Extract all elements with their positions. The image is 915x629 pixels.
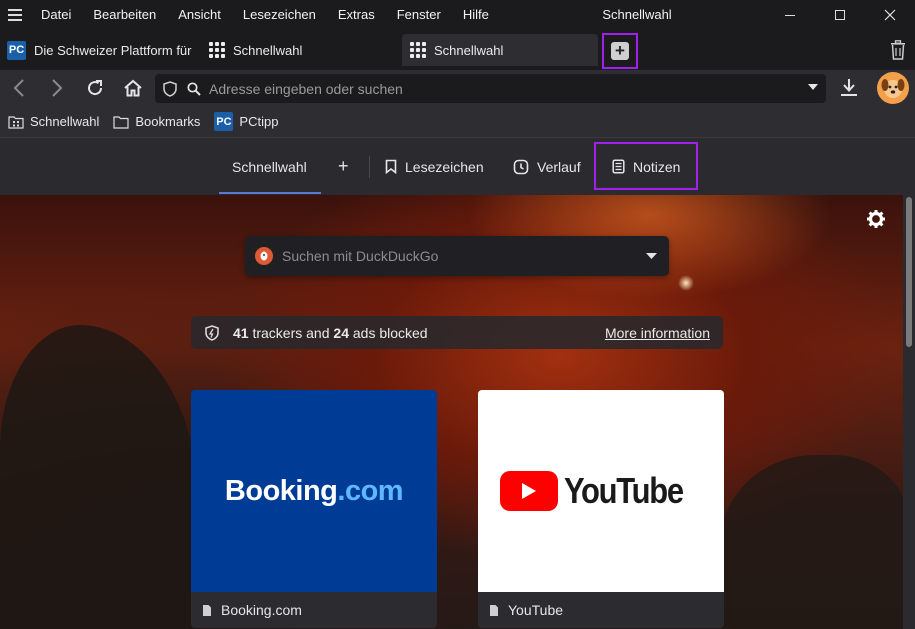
title-bar: Datei Bearbeiten Ansicht Lesezeichen Ext… bbox=[0, 0, 915, 30]
menu-window[interactable]: Fenster bbox=[386, 0, 452, 30]
bookmark-speeddial[interactable]: Schnellwahl bbox=[8, 114, 99, 129]
duckduckgo-icon bbox=[255, 247, 273, 265]
tile-title: YouTube bbox=[508, 602, 564, 618]
bookmark-icon bbox=[385, 159, 397, 174]
page-icon bbox=[202, 604, 212, 617]
back-icon[interactable] bbox=[0, 70, 38, 106]
search-icon bbox=[187, 81, 201, 96]
download-icon[interactable] bbox=[839, 78, 859, 101]
tab-label: Schnellwahl bbox=[434, 42, 504, 58]
tab-label: Lesezeichen bbox=[405, 158, 484, 175]
grid-icon bbox=[410, 42, 426, 58]
more-information-link[interactable]: More information bbox=[605, 325, 710, 341]
bookmarks-bar: Schnellwahl Bookmarks PC PCtipp bbox=[0, 106, 915, 138]
speed-dial-folder-icon bbox=[8, 115, 24, 129]
page-icon bbox=[489, 604, 499, 617]
ads-count: 24 bbox=[333, 324, 349, 341]
startpage-header: Schnellwahl + Lesezeichen Verlauf Notize… bbox=[0, 138, 915, 195]
background-rock bbox=[720, 455, 903, 629]
tile-title: Booking.com bbox=[221, 602, 302, 618]
tab-bar: PC Die Schweizer Plattform für Schnellwa… bbox=[0, 30, 915, 70]
tab-label: Schnellwahl bbox=[233, 42, 303, 58]
menu-view[interactable]: Ansicht bbox=[167, 0, 232, 30]
bookmark-folder-bookmarks[interactable]: Bookmarks bbox=[113, 114, 200, 129]
new-tab-button[interactable]: + bbox=[602, 33, 638, 69]
menu-file[interactable]: Datei bbox=[30, 0, 82, 30]
booking-logo: Booking.com bbox=[224, 474, 404, 507]
tab-speeddial[interactable]: Schnellwahl bbox=[232, 138, 307, 195]
minimize-button[interactable] bbox=[765, 0, 815, 30]
menu-bookmarks[interactable]: Lesezeichen bbox=[232, 0, 327, 30]
scrollbar[interactable] bbox=[903, 195, 915, 629]
grid-icon bbox=[209, 42, 225, 58]
scrollbar-thumb[interactable] bbox=[906, 197, 912, 347]
window-title: Schnellwahl bbox=[602, 7, 672, 22]
youtube-logo: YouTube bbox=[499, 470, 702, 512]
menu-bar: Datei Bearbeiten Ansicht Lesezeichen Ext… bbox=[30, 0, 500, 30]
tile-thumbnail: YouTube bbox=[478, 390, 724, 592]
chevron-down-icon[interactable] bbox=[808, 84, 818, 90]
bookmark-label: Schnellwahl bbox=[30, 114, 100, 129]
background-rock bbox=[0, 325, 200, 629]
tracker-count: 41 bbox=[233, 324, 249, 341]
folder-icon bbox=[113, 115, 129, 129]
tile-caption: Booking.com bbox=[191, 592, 437, 628]
speed-dial-page: Suchen mit DuckDuckGo 41 trackers and 24… bbox=[0, 195, 903, 629]
play-icon bbox=[499, 471, 558, 511]
tab-speeddial-1[interactable]: Schnellwahl bbox=[202, 34, 398, 66]
tab-history[interactable]: Verlauf bbox=[513, 138, 581, 195]
tab-pctipp[interactable]: PC Die Schweizer Plattform für bbox=[0, 34, 197, 66]
search-input[interactable]: Suchen mit DuckDuckGo bbox=[282, 248, 646, 264]
menu-help[interactable]: Hilfe bbox=[452, 0, 500, 30]
profile-avatar[interactable] bbox=[877, 72, 909, 104]
reload-icon[interactable] bbox=[76, 70, 114, 106]
menu-edit[interactable]: Bearbeiten bbox=[82, 0, 167, 30]
chevron-down-icon[interactable] bbox=[646, 253, 657, 259]
separator bbox=[369, 156, 370, 178]
speed-dial-tile-booking[interactable]: Booking.com Booking.com bbox=[191, 390, 437, 628]
maximize-button[interactable] bbox=[815, 0, 865, 30]
bookmark-label: Bookmarks bbox=[135, 114, 201, 129]
history-icon bbox=[513, 159, 529, 175]
tracker-blocking-banner: 41 trackers and 24 ads blocked More info… bbox=[191, 316, 723, 349]
forward-icon[interactable] bbox=[38, 70, 76, 106]
bookmark-pctipp[interactable]: PC PCtipp bbox=[214, 112, 278, 131]
shield-icon[interactable] bbox=[163, 80, 177, 97]
tile-caption: YouTube bbox=[478, 592, 724, 628]
address-input[interactable]: Adresse eingeben oder suchen bbox=[209, 81, 403, 97]
plus-icon: + bbox=[611, 42, 629, 60]
tab-label: Verlauf bbox=[537, 158, 581, 175]
active-tab-indicator bbox=[219, 192, 321, 194]
bookmark-label: PCtipp bbox=[239, 114, 279, 129]
tracker-text: trackers and bbox=[252, 324, 330, 341]
tab-label: Schnellwahl bbox=[232, 158, 307, 175]
tab-bookmarks[interactable]: Lesezeichen bbox=[385, 138, 484, 195]
menu-tools[interactable]: Extras bbox=[327, 0, 386, 30]
shield-icon bbox=[205, 324, 219, 341]
tile-thumbnail: Booking.com bbox=[191, 390, 437, 592]
pctipp-logo: PC bbox=[214, 112, 234, 131]
ads-text: ads blocked bbox=[352, 324, 428, 341]
add-speeddial-button[interactable]: + bbox=[338, 138, 349, 195]
speed-dial-tile-youtube[interactable]: YouTube YouTube bbox=[478, 390, 724, 628]
main-menu-icon[interactable] bbox=[0, 0, 30, 30]
trash-icon[interactable] bbox=[889, 40, 909, 60]
tab-speeddial-active[interactable]: Schnellwahl bbox=[402, 34, 598, 66]
plus-icon: + bbox=[338, 156, 349, 176]
close-window-button[interactable] bbox=[865, 0, 915, 30]
home-icon[interactable] bbox=[114, 70, 152, 106]
notes-highlight bbox=[594, 142, 698, 190]
address-bar[interactable]: Adresse eingeben oder suchen bbox=[155, 74, 826, 103]
gear-icon[interactable] bbox=[866, 209, 886, 229]
search-field[interactable]: Suchen mit DuckDuckGo bbox=[245, 236, 669, 276]
tab-label: Die Schweizer Plattform für bbox=[34, 42, 192, 58]
navigation-bar: Adresse eingeben oder suchen bbox=[0, 70, 915, 106]
pctipp-logo: PC bbox=[7, 40, 26, 60]
